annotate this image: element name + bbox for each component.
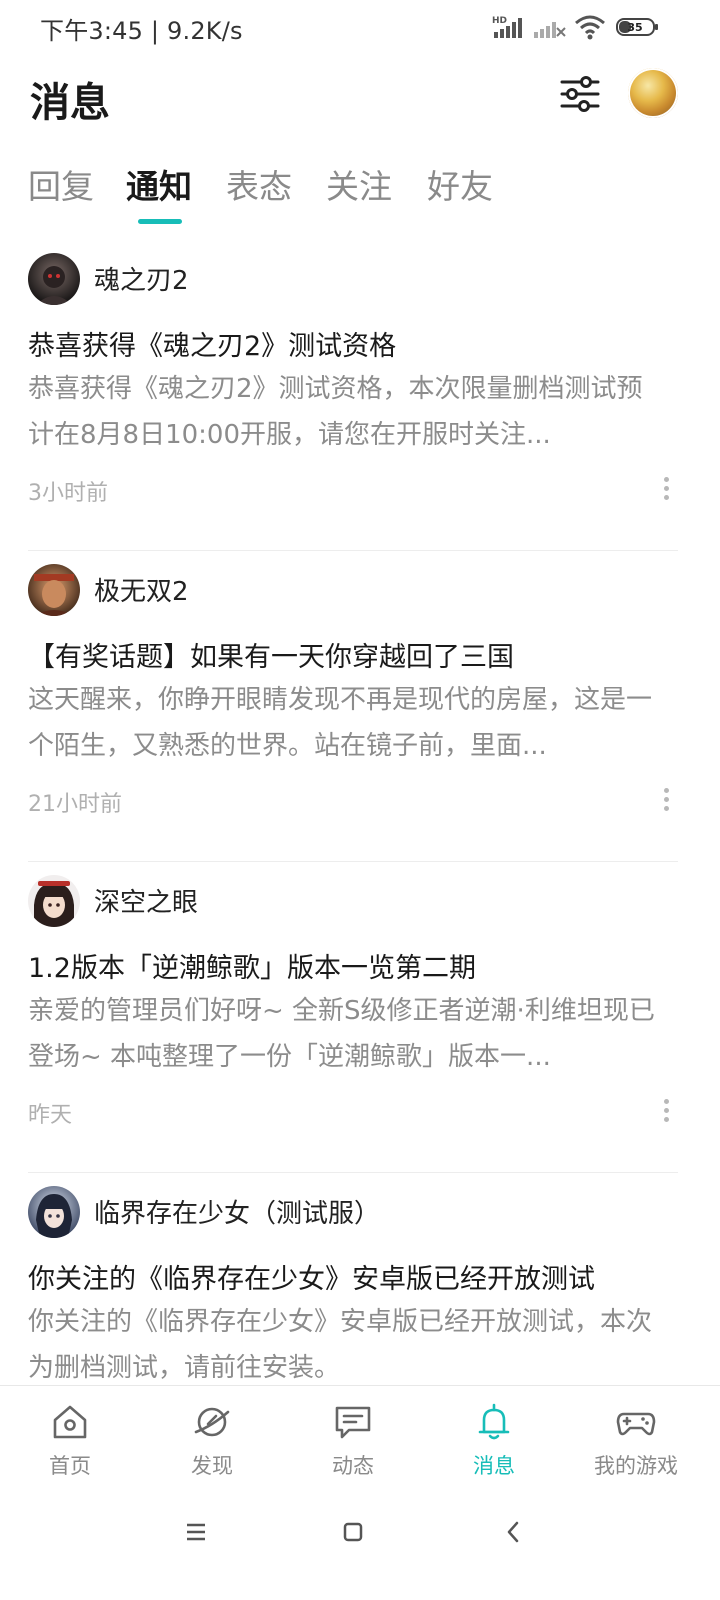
gamepad-icon xyxy=(616,1412,656,1436)
notification-title: 【有奖话题】如果有一天你穿越回了三国 xyxy=(28,642,514,673)
active-tab-indicator xyxy=(138,219,182,224)
messages-page: 下午3:45 | 9.2K/s HD 35 消息 回复 通知 表态 关注 好友 … xyxy=(0,0,720,1600)
status-bar: 下午3:45 | 9.2K/s HD 35 xyxy=(0,0,720,56)
tab-reply[interactable]: 回复 xyxy=(28,160,94,208)
game-avatar xyxy=(28,253,80,305)
notification-time: 3小时前 xyxy=(28,481,108,506)
notification-item[interactable]: 魂之刃2 恭喜获得《魂之刃2》测试资格 恭喜获得《魂之刃2》测试资格，本次限量删… xyxy=(0,240,720,551)
game-avatar-image xyxy=(28,253,80,305)
notification-sender: 极无双2 xyxy=(94,577,189,607)
notification-body: 亲爱的管理员们好呀~ 全新S级修正者逆潮·利维坦现已登场~ 本吨整理了一份「逆潮… xyxy=(28,996,655,1072)
notification-sender: 魂之刃2 xyxy=(94,266,189,296)
recent-apps-button[interactable] xyxy=(176,1512,216,1552)
nav-messages[interactable]: 消息 xyxy=(424,1386,564,1486)
nav-label: 我的游戏 xyxy=(594,1454,678,1478)
back-arrow-icon xyxy=(507,1521,519,1543)
home-icon xyxy=(53,1405,87,1439)
notification-body: 这天醒来，你睁开眼睛发现不再是现代的房屋，这是一个陌生，又熟悉的世界。站在镜子前… xyxy=(28,685,653,761)
nav-label: 动态 xyxy=(332,1454,374,1478)
nav-label: 发现 xyxy=(191,1454,233,1478)
notification-sender: 临界存在少女（测试服） xyxy=(94,1199,381,1229)
signal-hd-icon: HD xyxy=(492,16,522,38)
more-options-button[interactable] xyxy=(654,474,678,504)
notification-body: 你关注的《临界存在少女》安卓版已经开放测试，本次为删档测试，请前往安装。 xyxy=(28,1307,653,1383)
game-avatar-image xyxy=(28,875,80,927)
game-avatar xyxy=(28,564,80,616)
notification-body: 恭喜获得《魂之刃2》测试资格，本次限量删档测试预计在8月8日10:00开服，请您… xyxy=(28,374,643,450)
wifi-icon xyxy=(575,15,605,40)
notification-sender: 深空之眼 xyxy=(94,888,199,918)
notification-time: 昨天 xyxy=(28,1103,73,1128)
back-button[interactable] xyxy=(494,1512,534,1552)
discover-icon xyxy=(194,1407,230,1437)
notification-item[interactable]: 深空之眼 1.2版本「逆潮鲸歌」版本一览第二期 亲爱的管理员们好呀~ 全新S级修… xyxy=(0,862,720,1173)
nav-label: 消息 xyxy=(473,1454,515,1478)
tab-follow[interactable]: 关注 xyxy=(326,160,392,208)
filter-settings-button[interactable] xyxy=(558,74,602,114)
game-avatar-image xyxy=(28,564,80,616)
battery-icon: 35 xyxy=(616,18,658,36)
nav-discover[interactable]: 发现 xyxy=(142,1386,282,1486)
game-avatar-image xyxy=(28,1186,80,1238)
system-nav-bar xyxy=(0,1486,720,1600)
notification-time: 21小时前 xyxy=(28,792,122,817)
bell-icon xyxy=(478,1403,510,1440)
more-options-button[interactable] xyxy=(654,785,678,815)
more-vertical-icon xyxy=(654,788,678,811)
home-button[interactable] xyxy=(333,1512,373,1552)
tab-reactions[interactable]: 表态 xyxy=(226,160,292,208)
nav-home[interactable]: 首页 xyxy=(0,1386,140,1486)
menu-icon xyxy=(187,1523,205,1541)
notification-title: 恭喜获得《魂之刃2》测试资格 xyxy=(28,331,397,362)
notification-title: 1.2版本「逆潮鲸歌」版本一览第二期 xyxy=(28,953,476,984)
more-vertical-icon xyxy=(654,1099,678,1122)
tab-notify[interactable]: 通知 xyxy=(126,160,192,208)
notification-title: 你关注的《临界存在少女》安卓版已经开放测试 xyxy=(28,1264,595,1295)
nav-my-games[interactable]: 我的游戏 xyxy=(566,1386,706,1486)
tab-friends[interactable]: 好友 xyxy=(427,160,493,208)
user-avatar[interactable] xyxy=(628,68,678,118)
battery-level: 35 xyxy=(627,21,642,34)
signal-icon xyxy=(534,22,566,38)
notification-item[interactable]: 极无双2 【有奖话题】如果有一天你穿越回了三国 这天醒来，你睁开眼睛发现不再是现… xyxy=(0,551,720,862)
nav-label: 首页 xyxy=(49,1454,91,1478)
more-options-button[interactable] xyxy=(654,1096,678,1126)
game-avatar xyxy=(28,875,80,927)
game-avatar xyxy=(28,1186,80,1238)
header: 消息 xyxy=(0,56,720,136)
page-title: 消息 xyxy=(30,80,110,126)
notification-list: 魂之刃2 恭喜获得《魂之刃2》测试资格 恭喜获得《魂之刃2》测试资格，本次限量删… xyxy=(0,240,720,1484)
status-time-speed: 下午3:45 | 9.2K/s xyxy=(40,17,243,45)
message-tabs: 回复 通知 表态 关注 好友 xyxy=(0,160,720,230)
square-icon xyxy=(343,1522,363,1542)
bottom-nav: 首页 发现 动态 消息 我的游戏 xyxy=(0,1385,720,1486)
feed-icon xyxy=(335,1406,371,1439)
signal-hd-label: HD xyxy=(492,16,507,26)
more-vertical-icon xyxy=(654,477,678,500)
nav-feed[interactable]: 动态 xyxy=(283,1386,423,1486)
sliders-icon xyxy=(560,76,600,112)
